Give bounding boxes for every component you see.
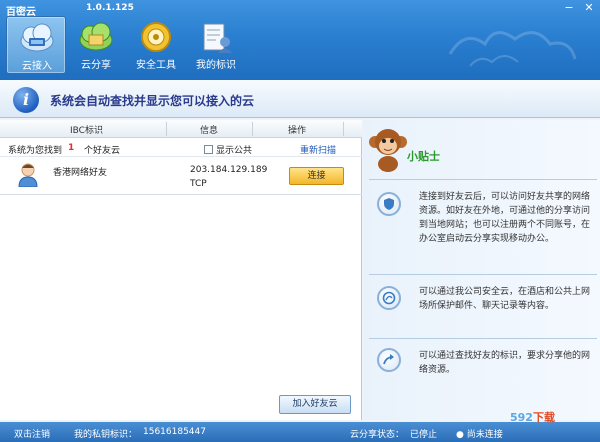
toolbar: 百密云 1.0.1.125 − ✕ 云接入 云分享 安全工具 我的标识 [0,0,600,80]
friend-name: 香港网络好友 [53,168,108,178]
tip-text: 连接到好友云后，可以访问好友共享的网络资源。如好友在外地，可通过他的分享访问到当… [419,192,591,244]
column-header-info: 信息 [200,126,219,136]
table-header: IBC标识 信息 操作 [0,120,362,138]
logout-link[interactable]: 双击注销 [14,427,50,440]
cloud-connect-icon [20,23,54,52]
table-row[interactable]: 香港网络好友 203.184.129.189 TCP 连接 [0,157,362,195]
tab-cloud-share[interactable]: 云分享 [66,16,126,74]
tab-label: 云分享 [81,60,111,71]
column-divider [343,122,344,136]
connect-button[interactable]: 连接 [289,167,344,185]
found-suffix: 个好友云 [84,146,121,156]
my-id-label: 我的私钥标识： [74,430,138,440]
shield-icon [377,192,401,216]
close-button[interactable]: ✕ [580,0,598,17]
globe-icon [377,286,401,310]
share-status-label: 云分享状态： [350,430,405,440]
tab-label: 安全工具 [136,60,176,71]
found-count: 1 [68,143,75,153]
tip-text: 可以通过查找好友的标识，要求分享他的网络资源。 [419,351,591,375]
tab-label: 我的标识 [196,60,236,71]
my-id-icon [203,23,232,53]
filter-row: 系统为您找到 1 个好友云 显示公共 重新扫描 [0,139,362,157]
connection-status: ● 尚未连接 [456,430,503,440]
share-arrow-icon [377,348,401,372]
cloud-share-icon [79,22,113,51]
connection-status-text: 尚未连接 [466,430,503,440]
tab-my-id[interactable]: 我的标识 [186,16,246,74]
app-version: 1.0.1.125 [86,3,134,13]
tab-security-tools[interactable]: 安全工具 [126,16,186,74]
checkbox-box[interactable] [204,145,213,154]
cloud-pattern-decoration [448,31,577,67]
status-bar: 双击注销 我的私钥标识： 15616185447 云分享状态： 已停止 ● 尚未… [0,422,600,442]
divider [369,274,597,275]
show-public-checkbox[interactable]: 显示公共 [204,143,252,156]
tab-cloud-connect[interactable]: 云接入 [6,16,66,74]
security-tools-icon [141,22,171,52]
my-id-value: 15616185447 [143,427,206,437]
watermark-text: 下载 [532,411,555,424]
friend-ip: 203.184.129.189 [190,165,268,175]
share-status-value: 已停止 [410,430,438,440]
monkey-mascot-icon [369,129,407,172]
tips-title: 小贴士 [407,150,440,163]
column-header-action: 操作 [288,126,307,136]
friend-protocol: TCP [190,179,207,189]
minimize-button[interactable]: − [560,0,578,17]
rescan-link[interactable]: 重新扫描 [300,143,336,156]
banner-text: 系统会自动查找并显示您可以接入的云 [50,94,255,108]
info-banner: i 系统会自动查找并显示您可以接入的云 [0,80,600,118]
tip-text: 可以通过我公司安全云，在酒店和公共上网场所保护邮件、聊天记录等内容。 [419,287,591,311]
info-icon: i [13,87,39,113]
divider [369,179,597,180]
user-avatar-icon [18,163,38,187]
column-divider [252,122,253,136]
cloud-list-panel: IBC标识 信息 操作 系统为您找到 1 个好友云 显示公共 重新扫描 香港网络… [0,120,362,420]
column-header-ibc: IBC标识 [70,126,103,136]
tips-panel: 小贴士 连接到好友云后，可以访问好友共享的网络资源。如好友在外地，可通过他的分享… [363,120,600,420]
watermark-number: 592 [510,411,533,424]
tab-label: 云接入 [22,61,52,72]
divider [369,338,597,339]
watermark-logo: 592下载 [510,409,555,425]
column-divider [166,122,167,136]
add-friend-cloud-button[interactable]: 加入好友云 [279,395,351,414]
show-public-label: 显示公共 [216,146,253,156]
found-label: 系统为您找到 [8,146,63,156]
